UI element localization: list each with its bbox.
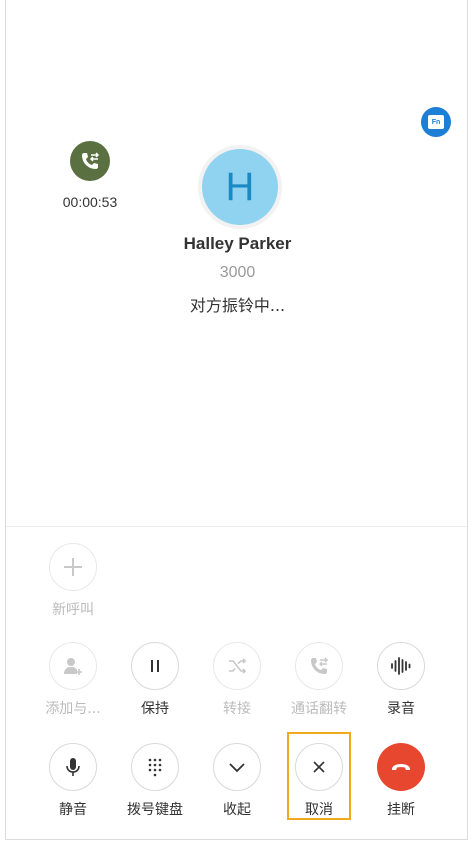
record-label: 录音 bbox=[387, 701, 415, 717]
microphone-icon bbox=[49, 743, 97, 791]
mute-label: 静音 bbox=[59, 802, 87, 818]
collapse-label: 收起 bbox=[223, 802, 251, 818]
dialpad-icon bbox=[131, 743, 179, 791]
contact-name: Halley Parker bbox=[183, 234, 292, 253]
cancel-highlight-box bbox=[287, 732, 351, 820]
hangup-label: 挂断 bbox=[387, 802, 415, 818]
call-flip-icon bbox=[295, 642, 343, 690]
collapse-button[interactable]: 收起 bbox=[197, 743, 277, 819]
dialpad-button[interactable]: 拨号键盘 bbox=[115, 743, 195, 819]
record-button[interactable]: 录音 bbox=[361, 642, 441, 718]
shuffle-icon bbox=[213, 642, 261, 690]
call-flip-label: 通话翻转 bbox=[291, 701, 347, 717]
mute-button[interactable]: 静音 bbox=[33, 743, 113, 819]
hold-label: 保持 bbox=[141, 701, 169, 717]
hangup-icon bbox=[377, 743, 425, 791]
avatar-ring: H bbox=[198, 145, 282, 229]
dialpad-label: 拨号键盘 bbox=[127, 802, 183, 818]
fn-icon: Fn bbox=[428, 115, 444, 129]
add-participant-button[interactable]: 添加与... bbox=[33, 642, 113, 718]
add-user-icon bbox=[49, 642, 97, 690]
fn-badge-button[interactable]: Fn bbox=[421, 107, 451, 137]
pause-icon bbox=[131, 642, 179, 690]
plus-icon bbox=[49, 543, 97, 591]
hold-button[interactable]: 保持 bbox=[115, 642, 195, 718]
avatar: H bbox=[202, 149, 278, 225]
waveform-icon bbox=[377, 642, 425, 690]
chevron-down-icon bbox=[213, 743, 261, 791]
transfer-button[interactable]: 转接 bbox=[197, 642, 277, 718]
transferred-call-icon bbox=[70, 141, 110, 181]
new-call-label: 新呼叫 bbox=[52, 602, 94, 618]
add-participant-label: 添加与... bbox=[45, 701, 101, 717]
contact-number: 3000 bbox=[219, 264, 256, 281]
transfer-label: 转接 bbox=[223, 701, 251, 717]
call-flip-button[interactable]: 通话翻转 bbox=[279, 642, 359, 718]
divider bbox=[6, 526, 467, 527]
call-status: 对方振铃中... bbox=[189, 296, 286, 315]
new-call-button[interactable]: 新呼叫 bbox=[33, 543, 113, 619]
transfer-timer: 00:00:53 bbox=[62, 194, 118, 210]
hangup-button[interactable]: 挂断 bbox=[361, 743, 441, 819]
